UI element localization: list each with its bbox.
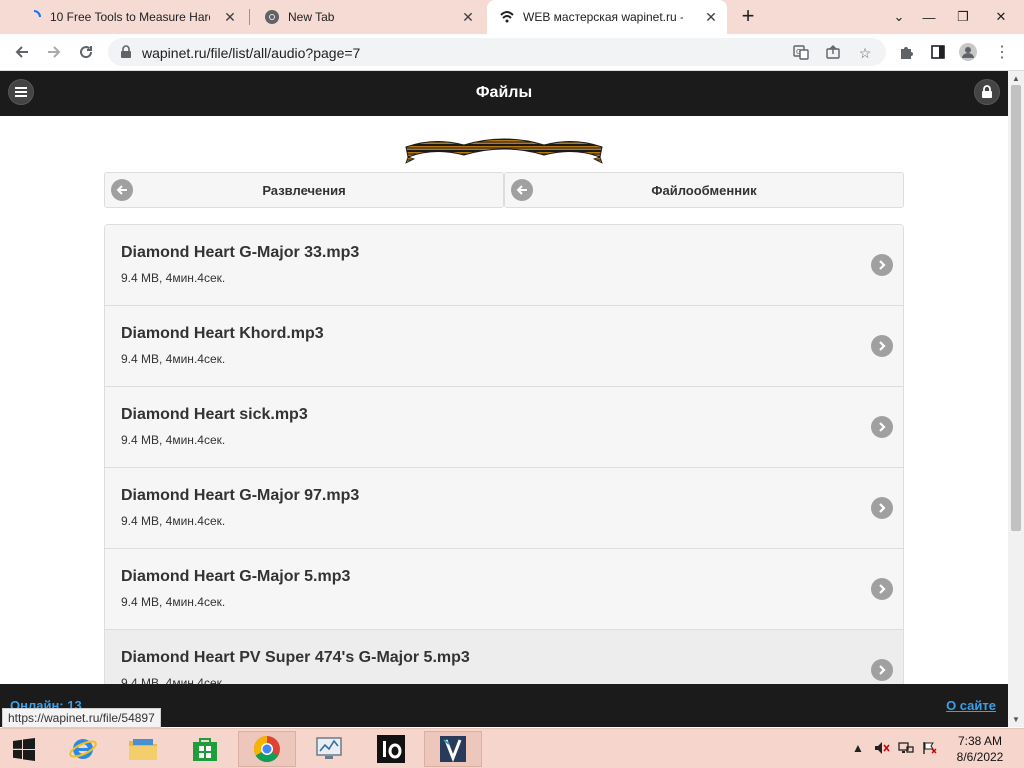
- page-viewport: Файлы Развлечения Файлообменник Diamond …: [0, 71, 1008, 727]
- file-item[interactable]: Diamond Heart G-Major 33.mp3 9.4 MB, 4ми…: [105, 225, 903, 306]
- tab-separator: [249, 9, 250, 25]
- file-meta: 9.4 MB, 4мин.4сек.: [121, 433, 226, 447]
- nav-back-entertainment[interactable]: Развлечения: [104, 172, 504, 208]
- windows-taskbar: ▲ 7:38 AM 8/6/2022: [0, 728, 1024, 768]
- file-name: Diamond Heart Khord.mp3: [121, 325, 324, 342]
- file-name: Diamond Heart sick.mp3: [121, 406, 308, 423]
- action-center-flag-icon[interactable]: [922, 741, 938, 758]
- volume-muted-icon[interactable]: [874, 741, 890, 758]
- minimize-button[interactable]: —: [912, 0, 946, 34]
- bookmark-star-icon[interactable]: ☆: [856, 44, 874, 62]
- file-meta: 9.4 MB, 4мин.4сек.: [121, 271, 226, 285]
- file-name: Diamond Heart G-Major 33.mp3: [121, 244, 360, 261]
- tab-search-icon[interactable]: ⌄: [882, 0, 916, 34]
- start-button[interactable]: [0, 731, 48, 767]
- file-item[interactable]: Diamond Heart sick.mp3 9.4 MB, 4мин.4сек…: [105, 387, 903, 468]
- loading-spinner-icon: [26, 9, 42, 25]
- tab-1[interactable]: 10 Free Tools to Measure Hard D ✕: [14, 0, 246, 34]
- status-bubble-link: https://wapinet.ru/file/54897: [2, 708, 161, 728]
- tab-2[interactable]: New Tab ✕: [252, 0, 484, 34]
- back-arrow-icon: [15, 46, 28, 58]
- scrollbar-thumb[interactable]: [1011, 85, 1021, 531]
- page-title: Файлы: [475, 84, 533, 101]
- about-link[interactable]: О сайте: [946, 698, 996, 713]
- taskbar-store[interactable]: [176, 731, 234, 767]
- close-tab-icon[interactable]: ✕: [703, 9, 719, 25]
- taskbar-internet-explorer[interactable]: [54, 731, 112, 767]
- nav-label: Развлечения: [262, 183, 346, 198]
- wapinet-icon: [499, 9, 515, 25]
- tab-title: New Tab: [288, 10, 335, 24]
- profile-avatar-icon[interactable]: [958, 42, 978, 62]
- nav-back-fileshare[interactable]: Файлообменник: [504, 172, 904, 208]
- lock-icon[interactable]: [120, 45, 132, 64]
- forward-arrow-icon: [48, 46, 61, 58]
- chevron-right-icon: [871, 497, 893, 519]
- windows-logo-icon: [13, 738, 35, 761]
- chevron-right-icon: [871, 416, 893, 438]
- tab-strip: 10 Free Tools to Measure Hard D ✕ New Ta…: [0, 0, 1024, 34]
- clock-time: 7:38 AM: [957, 734, 1003, 748]
- login-lock-button[interactable]: [974, 79, 1000, 105]
- menu-kebab-icon[interactable]: ⋮: [992, 42, 1012, 62]
- video-editor-icon: [440, 736, 466, 763]
- lock-icon: [982, 85, 992, 98]
- taskbar-monitor-app[interactable]: [300, 731, 358, 767]
- back-button[interactable]: [10, 40, 34, 64]
- network-icon[interactable]: [898, 741, 914, 758]
- chevron-right-icon: [871, 659, 893, 681]
- file-meta: 9.4 MB, 4мин.4сек.: [121, 352, 226, 366]
- page-scrollbar[interactable]: ▲ ▼: [1008, 71, 1024, 727]
- close-tab-icon[interactable]: ✕: [460, 9, 476, 25]
- share-icon[interactable]: [824, 44, 842, 62]
- io-app-icon: [377, 735, 405, 763]
- file-meta: 9.4 MB, 4мин.4сек.: [121, 514, 226, 528]
- file-name: Diamond Heart G-Major 97.mp3: [121, 487, 360, 504]
- browser-toolbar: wapinet.ru/file/list/all/audio?page=7 G …: [0, 34, 1024, 71]
- chrome-icon: [264, 9, 280, 25]
- forward-button[interactable]: [42, 40, 66, 64]
- new-tab-button[interactable]: +: [737, 5, 759, 27]
- file-item[interactable]: Diamond Heart Khord.mp3 9.4 MB, 4мин.4се…: [105, 306, 903, 387]
- restore-button[interactable]: ❐: [946, 0, 980, 34]
- tab-title: 10 Free Tools to Measure Hard D: [50, 10, 210, 24]
- address-bar[interactable]: wapinet.ru/file/list/all/audio?page=7 G …: [108, 38, 886, 66]
- tab-title: WEB мастерская wapinet.ru - Фа: [523, 10, 683, 24]
- store-icon: [193, 738, 217, 761]
- chevron-right-icon: [871, 578, 893, 600]
- url-text: wapinet.ru/file/list/all/audio?page=7: [142, 45, 361, 61]
- reload-button[interactable]: [74, 40, 98, 64]
- file-item[interactable]: Diamond Heart G-Major 97.mp3 9.4 MB, 4ми…: [105, 468, 903, 549]
- translate-icon[interactable]: G: [792, 44, 810, 62]
- nav-label: Файлообменник: [651, 183, 757, 198]
- reload-icon: [80, 46, 93, 59]
- tray-overflow-icon[interactable]: ▲: [852, 741, 864, 755]
- tab-3-active[interactable]: WEB мастерская wapinet.ru - Фа ✕: [487, 0, 727, 34]
- taskbar-io-app[interactable]: [362, 731, 420, 767]
- site-header: Файлы: [0, 71, 1008, 116]
- scroll-down-arrow-icon[interactable]: ▼: [1012, 715, 1020, 724]
- file-list: Diamond Heart G-Major 33.mp3 9.4 MB, 4ми…: [104, 224, 904, 712]
- close-window-button[interactable]: ✕: [984, 0, 1018, 34]
- chrome-icon: [253, 735, 280, 763]
- chevron-right-icon: [871, 335, 893, 357]
- folder-icon: [129, 739, 157, 760]
- taskbar-video-editor[interactable]: [424, 731, 482, 767]
- taskbar-file-explorer[interactable]: [114, 731, 172, 767]
- close-tab-icon[interactable]: ✕: [222, 9, 238, 25]
- chevron-right-icon: [871, 254, 893, 276]
- monitor-chart-icon: [316, 737, 342, 759]
- file-item[interactable]: Diamond Heart G-Major 5.mp3 9.4 MB, 4мин…: [105, 549, 903, 630]
- taskbar-chrome[interactable]: [238, 731, 296, 767]
- scroll-up-arrow-icon[interactable]: ▲: [1012, 74, 1020, 83]
- st-george-ribbon-icon: [405, 138, 603, 164]
- internet-explorer-icon: [69, 739, 97, 759]
- clock-date: 8/6/2022: [956, 750, 1004, 764]
- file-name: Diamond Heart G-Major 5.mp3: [121, 568, 351, 585]
- extensions-puzzle-icon[interactable]: [896, 42, 916, 62]
- system-clock[interactable]: 7:38 AM 8/6/2022: [950, 733, 1010, 765]
- file-meta: 9.4 MB, 4мин.4сек.: [121, 595, 226, 609]
- file-name: Diamond Heart PV Super 474's G-Major 5.m…: [121, 649, 470, 666]
- side-panel-icon[interactable]: [928, 42, 948, 62]
